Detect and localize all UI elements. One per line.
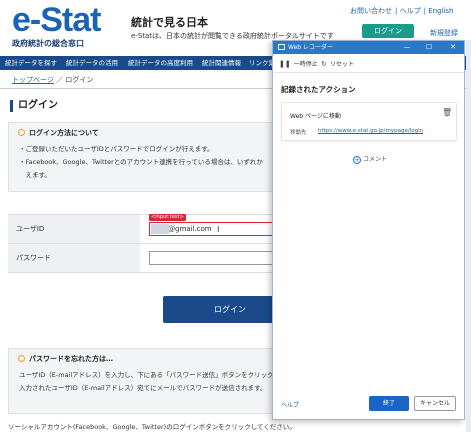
breadcrumb-separator: ／ xyxy=(56,76,64,84)
login-method-box: ログイン方法について ・ご登録いただいたユーザIDとパスワードでログインが行えま… xyxy=(8,122,298,192)
forgot-password-body: ユーザID（E-mailアドレス）を入力し、下にある「パスワード送信」ボタンをク… xyxy=(19,369,299,395)
login-method-body: ・ご登録いただいたユーザIDとパスワードでログインが行えます。 ・Faceboo… xyxy=(19,143,299,182)
login-method-line: ・ご登録いただいたユーザIDとパスワードでログインが行えます。 xyxy=(19,145,214,153)
top-links: お問い合わせ | ヘルプ | English xyxy=(350,7,454,15)
circle-bullet-icon xyxy=(18,355,25,362)
finish-button[interactable]: 終了 xyxy=(369,396,409,411)
forgot-password-heading-text: パスワードを忘れた方は… xyxy=(29,355,113,363)
login-form: ユーザID パスワード xyxy=(8,214,298,273)
logo-mark: e-Stat xyxy=(12,1,101,39)
cancel-button[interactable]: キャンセル xyxy=(414,396,456,411)
recorded-action-card[interactable]: Web ページに移動 🗑 移動先 https://www.e-stat.go.j… xyxy=(281,102,457,141)
web-recorder-window: Web レコーダー — ☐ ✕ ❚❚ 一時停止 ↻ リセット 記録されたアクション … xyxy=(272,40,465,420)
forgot-password-line: 入力されたユーザID（E-mailアドレス）宛てにメールでパスワードが送信されま… xyxy=(19,384,267,392)
contact-link[interactable]: お問い合わせ xyxy=(350,7,392,15)
nav-item-use-data[interactable]: 統計データの活用 xyxy=(66,56,118,70)
forgot-password-box: パスワードを忘れた方は… ユーザID（E-mailアドレス）を入力し、下にある「… xyxy=(8,348,298,414)
text-cursor-icon: I xyxy=(217,225,220,234)
add-comment-button[interactable]: + コメント xyxy=(353,154,387,164)
pause-label: 一時停止 xyxy=(293,61,318,68)
recorder-help-link[interactable]: ヘルプ xyxy=(281,400,299,409)
action-title: Web ページに移動 xyxy=(290,113,341,120)
social-login-note: ソーシャルアカウント(Facebook、Google、Twitter)のログイン… xyxy=(8,423,296,431)
nav-item-search-data[interactable]: 統計データを探す xyxy=(5,56,57,70)
password-input[interactable] xyxy=(149,251,289,265)
pause-icon: ❚❚ xyxy=(279,60,291,68)
english-link[interactable]: English xyxy=(428,7,453,15)
reset-button[interactable]: ↻ リセット xyxy=(321,55,354,73)
forgot-password-line: ユーザID（E-mailアドレス）を入力し、下にある「パスワード送信」ボタンをク… xyxy=(19,371,274,379)
page-title: ログイン xyxy=(10,100,58,112)
action-url-link[interactable]: https://www.e-stat.go.jp/mypage/login xyxy=(318,128,423,134)
reset-icon: ↻ xyxy=(321,60,327,68)
breadcrumb-current: ログイン xyxy=(65,76,94,84)
comment-label: コメント xyxy=(363,156,388,163)
user-id-label: ユーザID xyxy=(8,215,140,243)
nav-item-advanced-use[interactable]: 統計データの高度利用 xyxy=(128,56,193,70)
trash-icon[interactable]: 🗑 xyxy=(442,108,452,117)
help-link[interactable]: ヘルプ xyxy=(400,7,421,15)
recorder-toolbar: ❚❚ 一時停止 ↻ リセット xyxy=(273,55,464,73)
redacted-mask xyxy=(151,224,169,234)
password-row: パスワード xyxy=(8,244,298,273)
forgot-password-heading: パスワードを忘れた方は… xyxy=(18,354,113,364)
header-login-button[interactable]: ログイン xyxy=(362,24,414,38)
input-type-tag: <input:text> xyxy=(149,214,186,221)
login-method-heading: ログイン方法について xyxy=(18,128,99,138)
login-method-line: えます。 xyxy=(19,171,51,179)
reset-label: リセット xyxy=(329,61,354,68)
plus-icon: + xyxy=(353,156,361,164)
background-strip xyxy=(466,40,471,432)
breadcrumb-home[interactable]: トップページ xyxy=(12,76,54,84)
recorder-title: Web レコーダー xyxy=(288,44,333,51)
minimize-icon[interactable]: — xyxy=(399,41,415,54)
circle-bullet-icon xyxy=(18,129,25,136)
maximize-icon[interactable]: ☐ xyxy=(421,41,437,54)
login-method-line: ・Facebook、Google、Twitterとのアカウント連携を行っている場… xyxy=(19,158,263,166)
recorded-actions-heading: 記録されたアクション xyxy=(281,85,356,94)
breadcrumb: トップページ ／ ログイン xyxy=(12,75,93,85)
tagline-title: 統計で見る日本 xyxy=(131,16,208,29)
close-icon[interactable]: ✕ xyxy=(445,41,461,54)
action-url-label: 移動先 xyxy=(290,130,307,136)
password-label: パスワード xyxy=(8,244,140,272)
recorder-app-icon xyxy=(278,44,285,50)
estat-logo[interactable]: e-Stat 政府統計の総合窓口 xyxy=(12,3,112,49)
pause-button[interactable]: ❚❚ 一時停止 xyxy=(279,55,318,73)
recorder-titlebar[interactable]: Web レコーダー — ☐ ✕ xyxy=(273,41,464,54)
nav-item-related-info[interactable]: 統計関連情報 xyxy=(202,56,241,70)
logo-subtitle: 政府統計の総合窓口 xyxy=(12,39,84,48)
login-method-heading-text: ログイン方法について xyxy=(29,129,99,137)
new-registration-link[interactable]: 新規登録 xyxy=(430,28,458,38)
